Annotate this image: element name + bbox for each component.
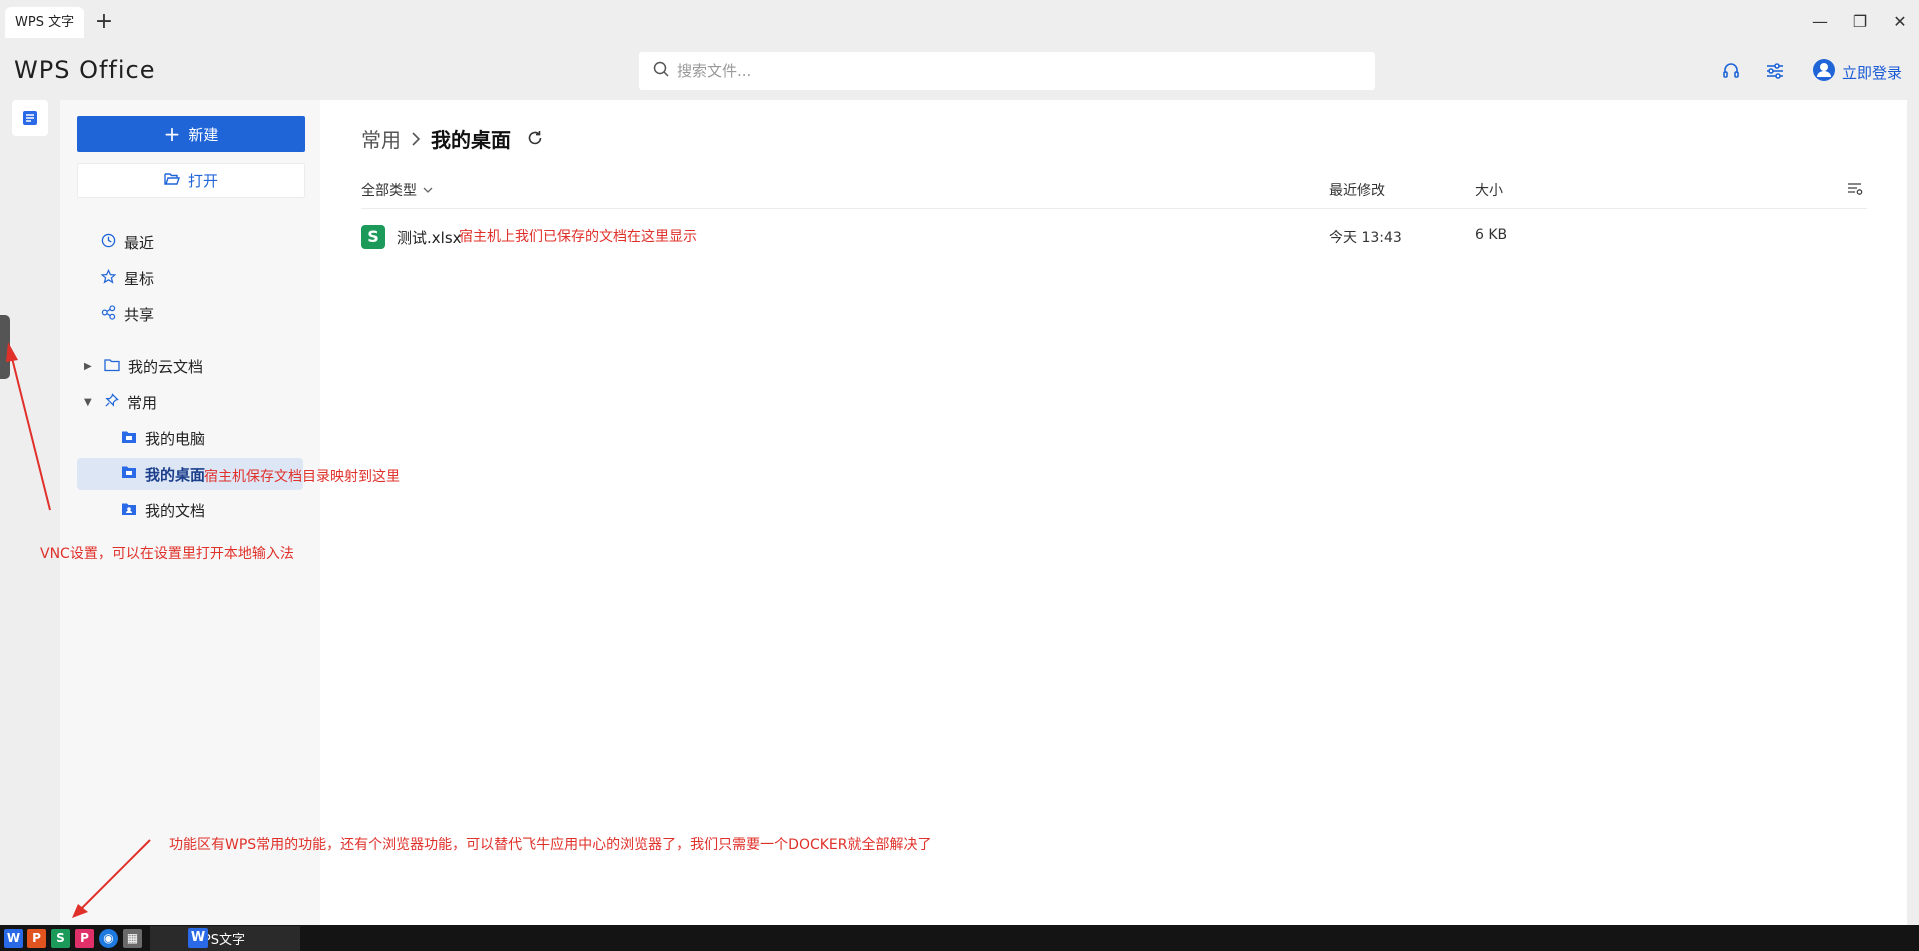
taskbar-window-wps-writer[interactable]: WPS文字 (150, 926, 300, 951)
taskbar-wps-presentation-icon[interactable]: P (27, 929, 46, 948)
taskbar-wps-spreadsheet-icon[interactable]: S (51, 929, 70, 948)
taskbar-terminal-icon[interactable]: ▦ (123, 929, 142, 948)
taskbar-wps-pdf-icon[interactable]: P (75, 929, 94, 948)
taskbar-browser-icon[interactable]: ◉ (99, 929, 118, 948)
taskbar-wps-writer-icon[interactable]: W (4, 929, 23, 948)
annotation-arrows (6, 342, 151, 918)
taskbar-window-icon: W (188, 928, 208, 948)
